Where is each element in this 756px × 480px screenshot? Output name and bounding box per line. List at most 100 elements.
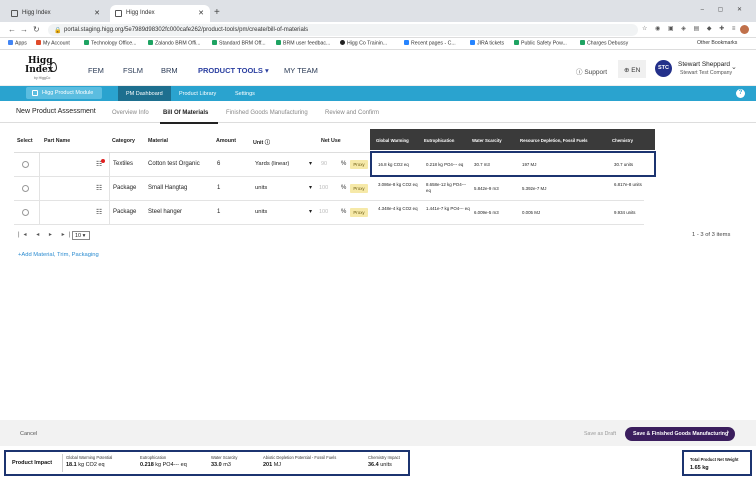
chevron-right-icon: ›: [726, 429, 729, 436]
step-finished-goods[interactable]: Finished Goods Manufacturing: [226, 110, 308, 116]
bookmark-zalando[interactable]: Zalando BRM Offi...: [148, 40, 200, 47]
save-draft-button[interactable]: Save as Draft: [584, 431, 616, 437]
user-name[interactable]: Stewart Sheppard: [678, 61, 730, 68]
browser-tab-active[interactable]: Higg Index ✕: [110, 5, 210, 22]
row-water-scarcity: 5.842e-9 m3: [474, 186, 499, 191]
unit-select[interactable]: units ▾: [252, 206, 314, 219]
page-size-select[interactable]: 10 ▾: [72, 231, 90, 240]
net-use-input[interactable]: 100: [319, 185, 328, 191]
nav-fem[interactable]: FEM: [88, 66, 104, 75]
bookmark-higg-training[interactable]: Higg Co Trainin...: [340, 40, 387, 47]
subnav-product-library[interactable]: Product Library: [171, 86, 224, 101]
notification-dot: [101, 159, 105, 163]
user-company: Stewart Test Company: [680, 70, 733, 76]
sliders-icon[interactable]: ☷: [96, 184, 102, 192]
browser-tab[interactable]: Higg Index ✕: [6, 5, 106, 22]
higg-index-logo[interactable]: Higg Index by HiggCo: [22, 56, 58, 82]
row-global-warming: 3.086e-8 kg CO2 eq: [378, 182, 418, 187]
nav-fslm[interactable]: FSLM: [123, 66, 143, 75]
extension-icons[interactable]: ☆ ◉ ▣ ◈ ▤ ◆ ✚ ≡: [642, 25, 738, 32]
col-unit: Unit ⓘ: [253, 140, 271, 146]
save-finished-goods-button[interactable]: Save & Finished Goods Manufacturing ›: [625, 427, 735, 441]
language-selector[interactable]: ⊕ EN: [618, 60, 646, 78]
profile-avatar-icon[interactable]: [740, 25, 749, 34]
bookmark-standard-brm[interactable]: Standard BRM Off...: [212, 40, 266, 47]
row-material: Steel hanger: [148, 209, 183, 215]
step-bill-of-materials[interactable]: Bill Of Materials: [163, 110, 208, 116]
highlight-box-row-impacts: [370, 151, 656, 177]
user-avatar[interactable]: STC: [655, 60, 672, 77]
step-overview-info[interactable]: Overview Info: [112, 110, 149, 116]
browser-tab-title: Higg Index: [22, 10, 51, 16]
bookmark-recent-pages[interactable]: Recent pages - C...: [404, 40, 456, 47]
subnav-pm-dashboard[interactable]: PM Dashboard: [118, 86, 171, 101]
amount-input[interactable]: 1: [217, 185, 220, 191]
url-field[interactable]: 🔒 portal.staging.higg.org/5e7989d98302fc…: [48, 24, 638, 36]
other-bookmarks[interactable]: Other Bookmarks: [697, 40, 737, 46]
app-header: Higg Index by HiggCo FEM FSLM BRM PRODUC…: [0, 51, 756, 86]
proxy-badge: Proxy: [350, 184, 368, 193]
back-icon[interactable]: ←: [8, 25, 16, 34]
sliders-icon[interactable]: ☷: [96, 208, 102, 216]
divider: [62, 454, 63, 472]
reload-icon[interactable]: ↻: [33, 25, 40, 34]
chevron-down-icon[interactable]: ⌄: [731, 63, 737, 71]
cell-divider: [39, 177, 40, 201]
net-use-input[interactable]: 100: [319, 209, 328, 215]
unit-select[interactable]: Yards (linear) ▾: [252, 158, 314, 171]
nav-brm[interactable]: BRM: [161, 66, 178, 75]
row-select-radio[interactable]: [22, 161, 29, 168]
address-bar-row: ← → ↻ 🔒 portal.staging.higg.org/5e7989d9…: [0, 22, 756, 38]
window-controls[interactable]: – ▢ ✕: [701, 6, 748, 13]
bookmark-apps[interactable]: Apps: [8, 40, 27, 47]
cell-divider: [39, 153, 40, 177]
bookmark-jira[interactable]: JIRA tickets: [470, 40, 504, 47]
proxy-badge: Proxy: [350, 160, 368, 169]
pagination-controls[interactable]: |◂ ◂ ▸ ▸|: [18, 231, 74, 238]
assessment-steps: New Product Assessment Overview Info Bil…: [0, 103, 756, 124]
help-icon[interactable]: ?: [736, 89, 745, 98]
bookmarks-bar: Apps My Account Technology Office... Zal…: [0, 38, 756, 50]
nav-product-tools[interactable]: PRODUCT TOOLS ▾: [198, 66, 269, 75]
caret-down-icon: ▾: [308, 185, 312, 191]
higg-product-module-button[interactable]: Higg Product Module: [26, 87, 102, 99]
bookmark-technology-office[interactable]: Technology Office...: [84, 40, 136, 47]
row-chemistry: 6.817e-8 units: [614, 182, 642, 187]
cancel-button[interactable]: Cancel: [20, 431, 37, 437]
step-review-confirm[interactable]: Review and Confirm: [325, 110, 379, 116]
forward-icon[interactable]: →: [20, 25, 28, 34]
net-weight-value: 1.65 kg: [690, 465, 709, 471]
percent-sign: %: [341, 209, 347, 215]
impact-columns-header: Global Warming Eutrophication Water Scar…: [370, 129, 655, 150]
lock-icon: 🔒: [54, 28, 62, 34]
net-use-input[interactable]: 90: [321, 161, 327, 167]
row-material: Cotton test Organic: [148, 161, 200, 167]
bookmark-charges[interactable]: Charges Debussy: [580, 40, 628, 47]
url-text: portal.staging.higg.org/5e7989d98302fc00…: [64, 27, 309, 33]
support-link[interactable]: ⓘ Support: [576, 66, 607, 76]
caret-down-icon: ▾: [308, 209, 312, 215]
add-material-link[interactable]: +Add Material, Trim, Packaging: [18, 252, 99, 258]
nav-my-team[interactable]: MY TEAM: [284, 66, 318, 75]
amount-input[interactable]: 1: [217, 209, 220, 215]
subnav-settings[interactable]: Settings: [227, 86, 263, 101]
col-water-scarcity: Water Scarcity: [472, 138, 502, 143]
page-title: New Product Assessment: [16, 108, 96, 115]
bookmark-my-account[interactable]: My Account: [36, 40, 70, 47]
row-eutrophication: 8.658e-12 kg PO4--- eq: [426, 182, 467, 193]
row-select-radio[interactable]: [22, 209, 29, 216]
close-tab-icon[interactable]: ✕: [94, 9, 100, 17]
col-part-name: Part Name: [44, 138, 71, 144]
impact-water-scarcity: Water Scarcity 33.0 m3: [211, 455, 238, 468]
amount-input[interactable]: 6: [217, 161, 220, 167]
percent-sign: %: [341, 161, 347, 167]
page-count: 1 - 3 of 3 items: [692, 232, 731, 238]
row-category: Package: [113, 209, 137, 215]
new-tab-button[interactable]: +: [214, 7, 220, 18]
close-tab-icon[interactable]: ✕: [198, 9, 204, 17]
unit-select[interactable]: units ▾: [252, 182, 314, 195]
bookmark-public-safety[interactable]: Public Safety Pow...: [514, 40, 567, 47]
cell-divider: [39, 201, 40, 225]
bookmark-brm-feedback[interactable]: BRM user feedbac...: [276, 40, 330, 47]
row-select-radio[interactable]: [22, 185, 29, 192]
